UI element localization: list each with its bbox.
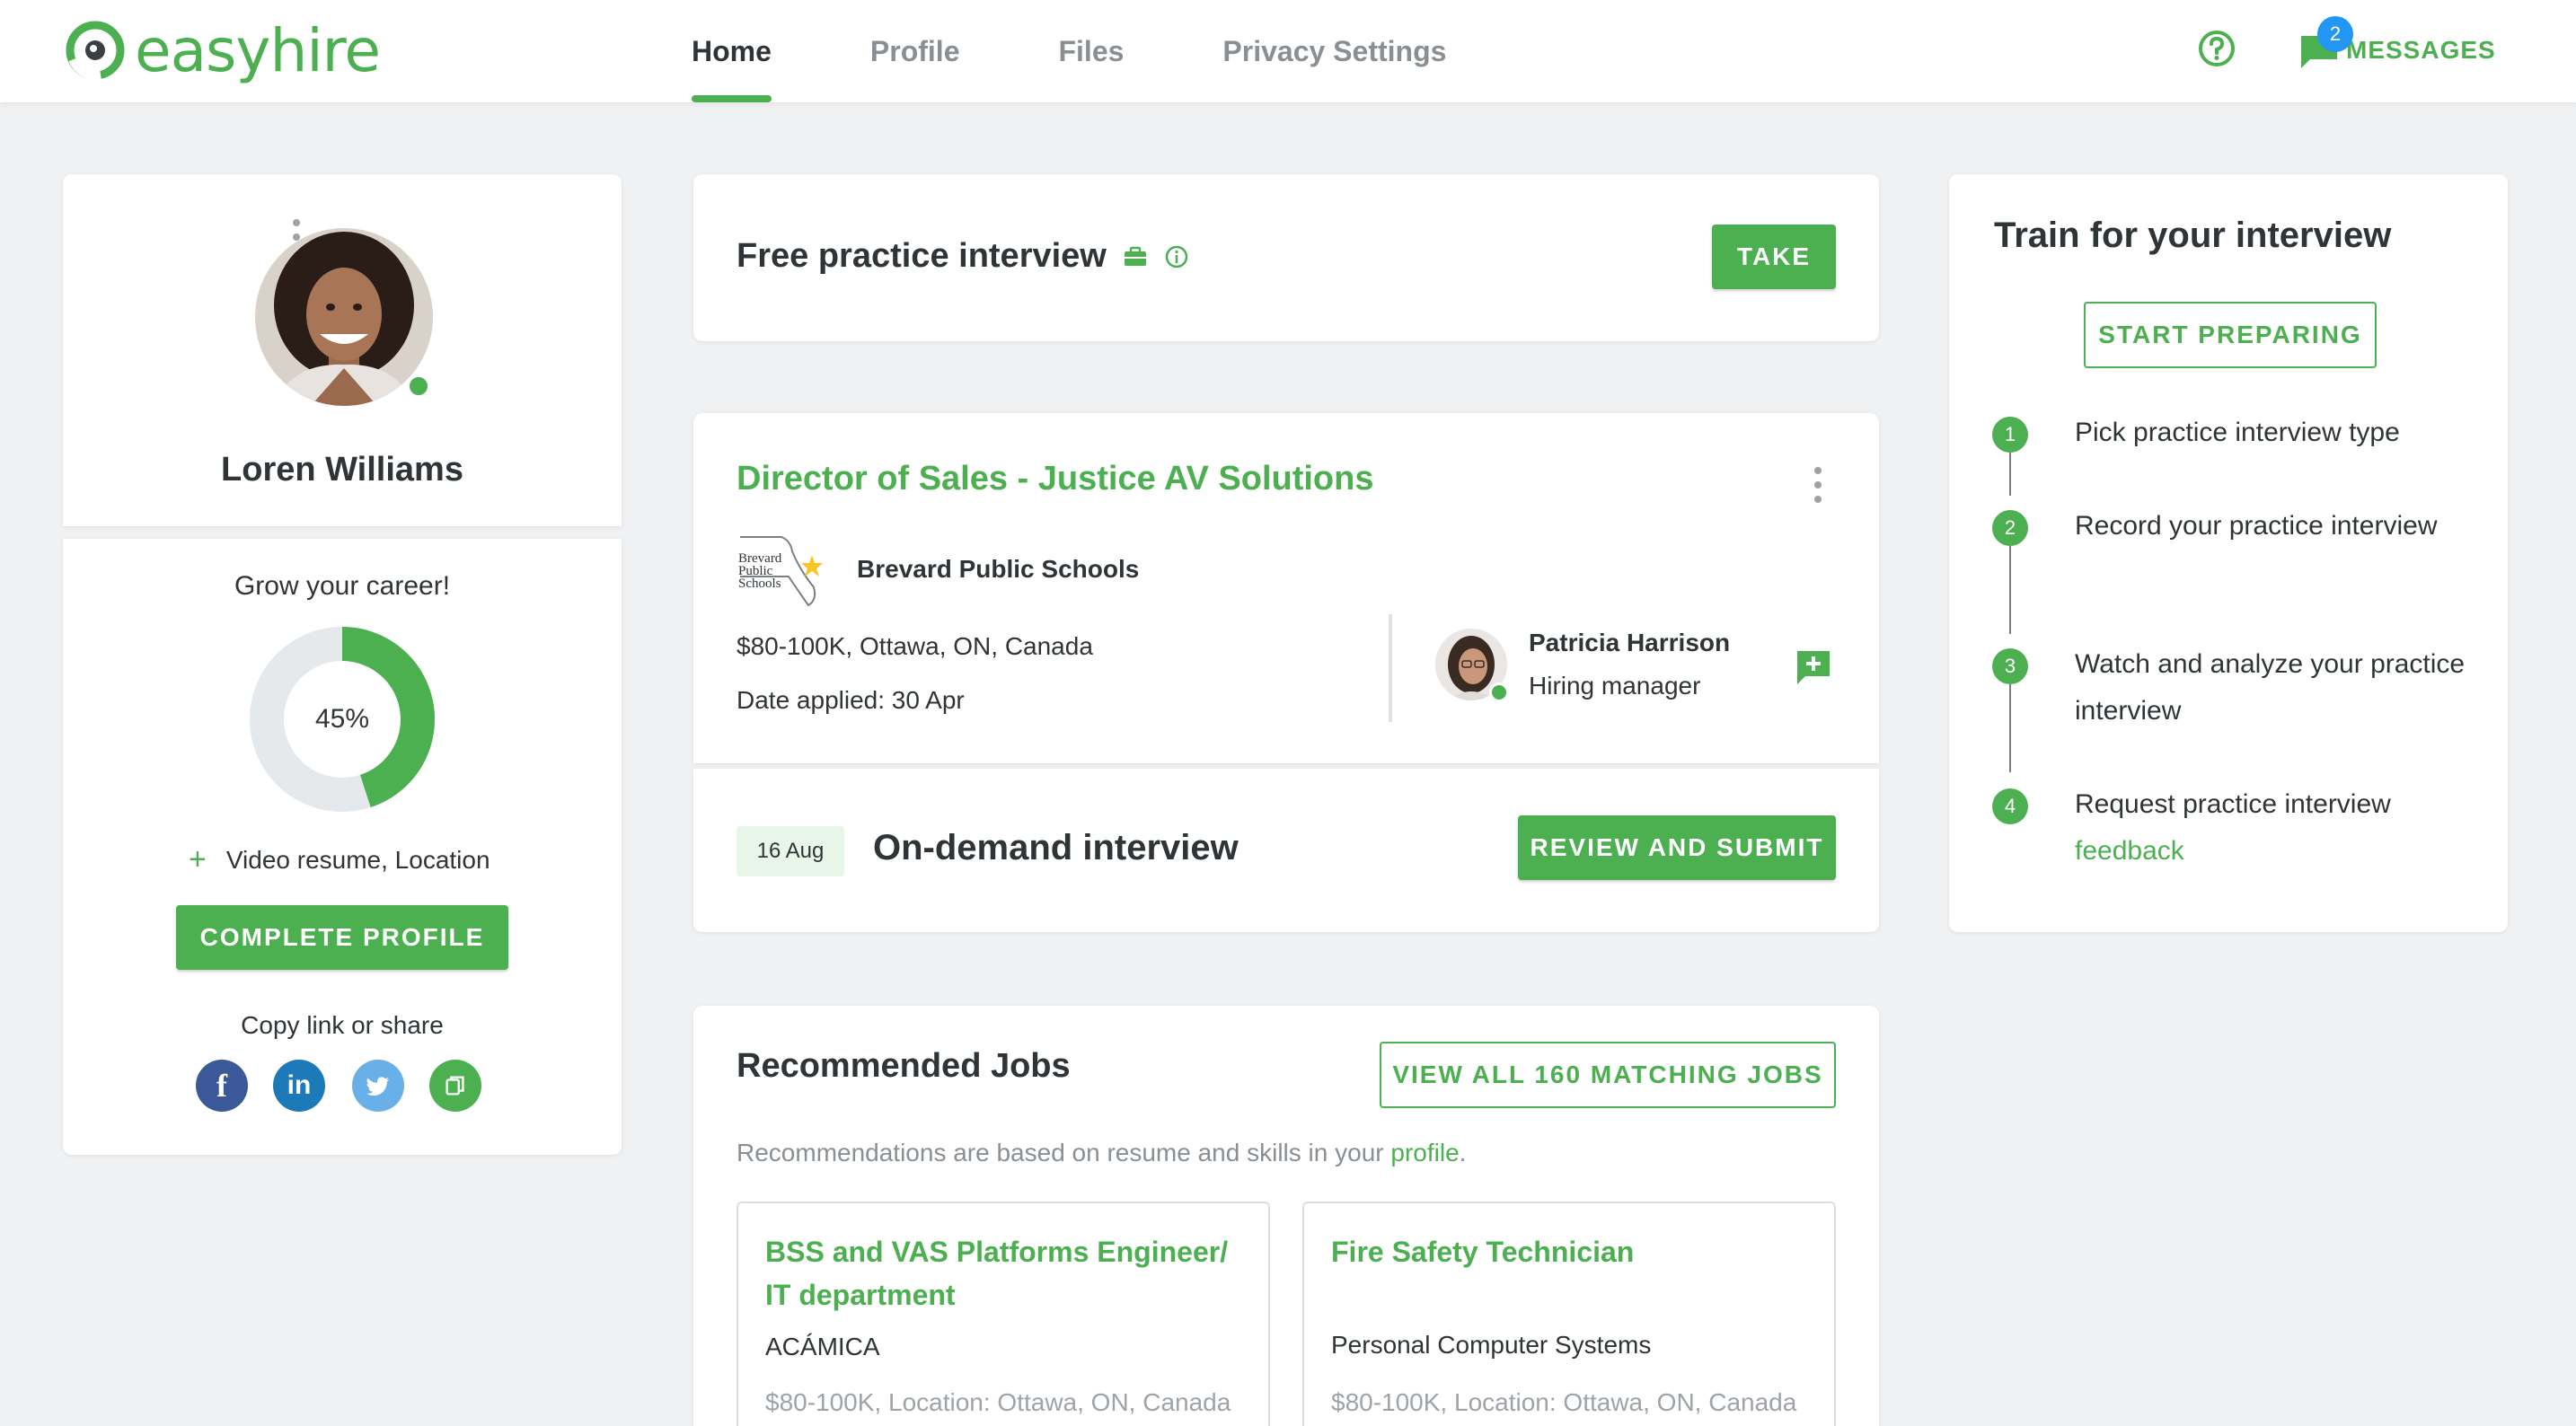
messages-button[interactable]: 2 MESSAGES: [2298, 16, 2496, 77]
step-text: Watch and analyze your practice intervie…: [2075, 649, 2466, 726]
step-text-main: Request practice interview: [2075, 789, 2391, 819]
feedback-link[interactable]: feedback: [2075, 836, 2184, 866]
recommended-jobs-card: Recommended Jobs VIEW ALL 160 MATCHING J…: [693, 1006, 1879, 1426]
recommended-job-company: ACÁMICA: [765, 1333, 880, 1360]
job-title-link[interactable]: Director of Sales - Justice AV Solutions: [737, 460, 1374, 498]
add-message-icon[interactable]: [1795, 648, 1832, 686]
plus-icon: +: [189, 842, 207, 876]
profile-completion-donut: 45%: [250, 627, 435, 812]
company-name: Brevard Public Schools: [857, 555, 1140, 583]
recommended-job-company: Personal Computer Systems: [1331, 1331, 1652, 1359]
start-preparing-button[interactable]: START PREPARING: [2084, 302, 2377, 368]
nav-files[interactable]: Files: [1058, 0, 1124, 102]
avatar[interactable]: [255, 228, 433, 406]
take-button[interactable]: TAKE: [1712, 224, 1836, 289]
briefcase-icon: [1124, 246, 1146, 266]
career-card: Grow your career! 45% + Video resume, Lo…: [63, 539, 622, 1155]
profile-name: Loren Williams: [221, 451, 463, 489]
train-interview-card: Train for your interview START PREPARING…: [1949, 174, 2508, 932]
recommendations-note: Recommendations are based on resume and …: [737, 1139, 1466, 1167]
practice-title: Free practice interview: [737, 237, 1107, 275]
recommended-job-card[interactable]: Fire Safety Technician Personal Computer…: [1302, 1202, 1836, 1426]
recommended-title: Recommended Jobs: [737, 1047, 1071, 1085]
step-text: Record your practice interview: [2075, 511, 2438, 541]
step-connector: [2009, 546, 2011, 634]
interview-row: 16 Aug On-demand interview REVIEW AND SU…: [693, 769, 1879, 932]
step-number: 2: [1992, 510, 2028, 546]
complete-profile-button[interactable]: COMPLETE PROFILE: [176, 905, 508, 970]
twitter-icon[interactable]: [352, 1060, 404, 1112]
profile-link[interactable]: profile: [1390, 1139, 1459, 1166]
hiring-manager-role: Hiring manager: [1529, 672, 1701, 700]
profile-card: Loren Williams: [63, 174, 622, 526]
recommended-job-meta: $80-100K, Location: Ottawa, ON, Canada: [765, 1388, 1231, 1416]
divider: [1389, 614, 1392, 722]
job-date-applied: Date applied: 30 Apr: [737, 686, 965, 714]
info-icon[interactable]: [1164, 244, 1189, 269]
practice-title-row: Free practice interview: [737, 237, 1189, 276]
recommended-job-title[interactable]: Fire Safety Technician: [1331, 1230, 1816, 1273]
linkedin-icon[interactable]: in: [273, 1060, 325, 1112]
interview-type: On-demand interview: [873, 828, 1239, 867]
job-salary-location: $80-100K, Ottawa, ON, Canada: [737, 632, 1093, 660]
nav-home[interactable]: Home: [692, 0, 772, 102]
review-and-submit-button[interactable]: REVIEW AND SUBMIT: [1518, 815, 1836, 880]
recommended-job-card[interactable]: BSS and VAS Platforms Engineer/ IT depar…: [737, 1202, 1270, 1426]
logo-mark-icon: [66, 21, 125, 81]
recommended-job-meta: $80-100K, Location: Ottawa, ON, Canada: [1331, 1388, 1797, 1416]
messages-badge: 2: [2317, 16, 2353, 52]
company-logo-text-3: Schools: [738, 577, 781, 591]
top-navbar: easyhire Home Profile Files Privacy Sett…: [0, 0, 2576, 102]
step-connector: [2009, 684, 2011, 772]
applied-job-card: Director of Sales - Justice AV Solutions…: [693, 413, 1879, 763]
recommended-job-title[interactable]: BSS and VAS Platforms Engineer/ IT depar…: [765, 1230, 1250, 1316]
copy-link-icon[interactable]: [429, 1060, 481, 1112]
chat-bubble-icon: 2: [2298, 16, 2353, 72]
logo-text: easyhire: [135, 15, 381, 85]
online-status-dot: [406, 374, 431, 399]
step-number: 1: [1992, 417, 2028, 453]
grow-career-heading: Grow your career!: [234, 571, 451, 601]
interview-date-chip: 16 Aug: [737, 826, 844, 876]
step-text: Request practice interview feedback: [2075, 781, 2470, 875]
company-logo: Brevard Public Schools: [737, 533, 826, 607]
note-prefix: Recommendations are based on resume and …: [737, 1139, 1391, 1166]
easyhire-logo[interactable]: easyhire: [65, 14, 381, 86]
step-number: 3: [1992, 648, 2028, 684]
hiring-manager-name: Patricia Harrison: [1529, 629, 1731, 656]
main-nav: Home Profile Files Privacy Settings: [692, 0, 1545, 102]
free-practice-card: Free practice interview TAKE: [693, 174, 1879, 341]
nav-profile[interactable]: Profile: [870, 0, 960, 102]
help-circle-icon[interactable]: [2197, 29, 2236, 68]
view-all-jobs-button[interactable]: VIEW ALL 160 MATCHING JOBS: [1380, 1042, 1836, 1108]
share-label: Copy link or share: [241, 1011, 444, 1039]
step-connector: [2009, 453, 2011, 496]
note-suffix: .: [1459, 1139, 1467, 1166]
nav-privacy-settings[interactable]: Privacy Settings: [1222, 0, 1446, 102]
messages-label: MESSAGES: [2346, 36, 2496, 64]
job-more-icon[interactable]: [1813, 467, 1823, 503]
missing-items[interactable]: + Video resume, Location: [189, 842, 490, 877]
step-text: Pick practice interview type: [2075, 418, 2400, 447]
step-number: 4: [1992, 788, 2028, 824]
train-title: Train for your interview: [1994, 216, 2392, 255]
missing-items-label: Video resume, Location: [225, 845, 490, 874]
hiring-manager-online-dot: [1489, 682, 1509, 702]
facebook-icon[interactable]: f: [196, 1060, 248, 1112]
completion-percent: 45%: [314, 704, 370, 734]
